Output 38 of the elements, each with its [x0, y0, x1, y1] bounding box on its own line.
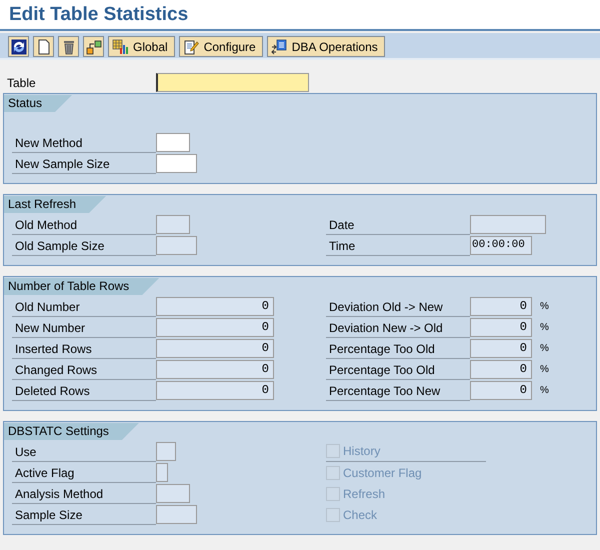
list-arrows-icon — [270, 38, 287, 54]
input-field: 0 — [470, 318, 532, 336]
checkbox-label: Check — [343, 506, 378, 524]
input-field[interactable] — [156, 154, 197, 172]
chart-table-icon — [112, 38, 128, 54]
hierarchy-button[interactable] — [83, 36, 104, 57]
input-field: 0 — [470, 360, 532, 378]
toolbar-button[interactable]: DBA Operations — [266, 36, 385, 57]
unit-label: % — [540, 342, 549, 356]
refresh-icon — [10, 38, 26, 54]
input-field: 0 — [156, 380, 274, 400]
document-pencil-icon — [182, 38, 199, 54]
hierarchy-icon — [86, 38, 102, 54]
input-field: 0 — [156, 360, 274, 378]
unit-label: % — [540, 321, 549, 335]
checkbox-label: Refresh — [343, 486, 386, 502]
trash-button[interactable] — [58, 36, 79, 57]
page-title: Edit Table Statistics — [9, 3, 190, 27]
unit-label: % — [540, 300, 549, 314]
document-button[interactable] — [33, 36, 54, 57]
input-field: 00:00:00 — [470, 236, 532, 254]
document-icon — [36, 38, 52, 54]
input-field: 0 — [470, 380, 532, 400]
unit-label: % — [540, 384, 549, 398]
input-field: 0 — [156, 296, 274, 316]
unit-label: % — [540, 363, 549, 377]
refresh-button[interactable] — [8, 36, 29, 57]
checkbox-label: Customer Flag — [343, 464, 422, 482]
toolbar-button[interactable]: Global — [108, 36, 175, 57]
toolbar-button[interactable]: Configure — [178, 36, 263, 57]
checkbox-label: History — [343, 443, 380, 460]
input-field[interactable] — [156, 132, 190, 152]
input-field: 0 — [156, 338, 274, 358]
input-field: 0 — [470, 338, 532, 358]
field-label: Table — [6, 74, 37, 92]
table-input-field[interactable] — [156, 73, 309, 92]
input-field: 0 — [470, 296, 532, 316]
input-field: 0 — [156, 318, 274, 336]
